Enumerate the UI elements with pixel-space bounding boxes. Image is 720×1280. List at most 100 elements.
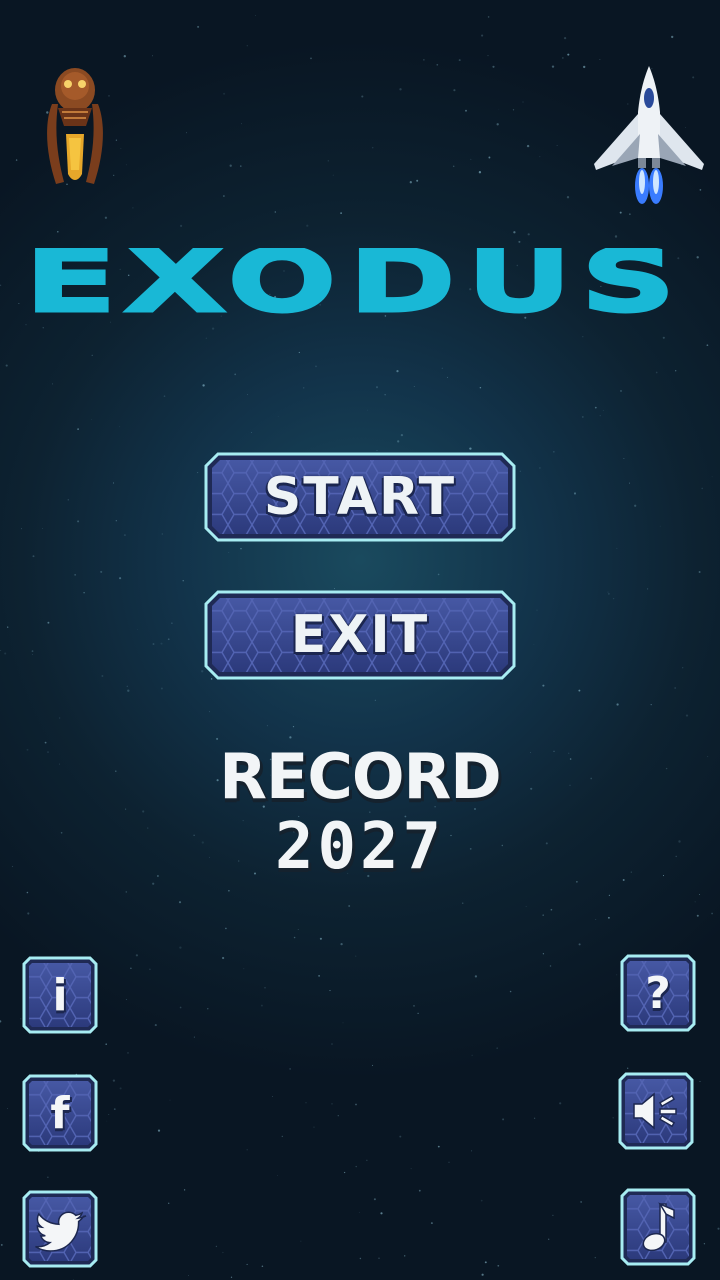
star xyxy=(706,344,709,347)
star xyxy=(225,927,227,930)
star xyxy=(207,1008,209,1010)
star xyxy=(355,955,357,957)
star xyxy=(699,893,701,895)
star xyxy=(305,1102,307,1104)
star xyxy=(47,751,49,753)
star xyxy=(616,703,619,706)
star xyxy=(634,504,637,507)
star xyxy=(58,763,60,765)
sound-button[interactable] xyxy=(618,1072,694,1150)
star xyxy=(662,875,665,877)
music-button[interactable] xyxy=(620,1188,696,1266)
star xyxy=(527,233,530,236)
star xyxy=(160,687,163,690)
star xyxy=(583,65,586,69)
star xyxy=(569,758,572,760)
star xyxy=(496,1047,498,1049)
star xyxy=(101,675,104,677)
star xyxy=(202,384,205,387)
star xyxy=(123,534,126,537)
star xyxy=(599,415,601,417)
star xyxy=(313,1126,315,1128)
star xyxy=(608,593,610,595)
exit-button[interactable]: EXIT xyxy=(204,590,516,680)
star xyxy=(448,1161,450,1164)
star xyxy=(337,1115,339,1117)
star xyxy=(599,59,601,60)
star xyxy=(240,548,242,550)
star xyxy=(413,385,415,388)
star xyxy=(559,1102,562,1105)
star xyxy=(578,689,581,692)
star xyxy=(5,364,8,367)
star xyxy=(548,1238,550,1240)
facebook-button[interactable]: f xyxy=(22,1074,98,1152)
star xyxy=(127,689,130,692)
info-button[interactable]: i xyxy=(22,956,98,1034)
star xyxy=(15,159,18,161)
star xyxy=(67,499,69,501)
star xyxy=(91,419,92,420)
star xyxy=(297,929,299,931)
star xyxy=(246,45,248,47)
star xyxy=(400,433,404,437)
star xyxy=(149,968,151,971)
star xyxy=(423,59,425,61)
twitter-button[interactable] xyxy=(22,1190,98,1268)
star xyxy=(376,450,378,451)
star xyxy=(359,1257,362,1260)
help-button[interactable]: ? xyxy=(620,954,696,1032)
star xyxy=(399,88,402,91)
star xyxy=(566,196,570,199)
star xyxy=(108,1114,110,1115)
star xyxy=(255,15,256,17)
star xyxy=(289,1068,291,1070)
star xyxy=(562,57,564,59)
star xyxy=(685,714,689,717)
star xyxy=(83,592,85,594)
star xyxy=(371,146,374,149)
star xyxy=(487,16,490,18)
star xyxy=(417,1012,419,1015)
star xyxy=(465,109,467,112)
star xyxy=(222,1251,224,1254)
star xyxy=(152,882,155,885)
star xyxy=(0,284,2,287)
star xyxy=(461,902,464,904)
star xyxy=(113,482,114,484)
record-value: 2027 xyxy=(274,810,446,884)
star xyxy=(272,1096,273,1097)
star xyxy=(132,207,134,209)
record-label: RECORD xyxy=(219,740,502,813)
star xyxy=(169,1099,171,1101)
star xyxy=(32,654,33,655)
star xyxy=(671,35,674,39)
star xyxy=(228,889,230,892)
star xyxy=(452,165,455,168)
star xyxy=(163,395,166,397)
start-button[interactable]: START xyxy=(204,452,516,542)
star xyxy=(602,410,604,411)
star xyxy=(594,406,597,409)
star xyxy=(130,967,132,969)
star xyxy=(230,1276,233,1278)
star xyxy=(355,1103,357,1106)
star xyxy=(563,36,567,40)
star xyxy=(112,1079,116,1082)
star xyxy=(340,942,343,946)
star xyxy=(60,831,63,834)
star xyxy=(647,588,649,590)
star xyxy=(333,587,336,590)
star xyxy=(582,336,584,338)
main-menu-screen: EXODUS START EXIT RECORD 2027 i f ? xyxy=(0,0,720,1280)
star xyxy=(47,1176,49,1178)
facebook-icon: f xyxy=(50,1087,70,1139)
star xyxy=(115,770,117,772)
star xyxy=(197,25,200,28)
star xyxy=(302,387,305,389)
star xyxy=(480,1199,483,1202)
star xyxy=(168,1202,170,1204)
star xyxy=(399,1135,402,1138)
star xyxy=(298,351,300,354)
exit-button-label: EXIT xyxy=(290,605,430,665)
